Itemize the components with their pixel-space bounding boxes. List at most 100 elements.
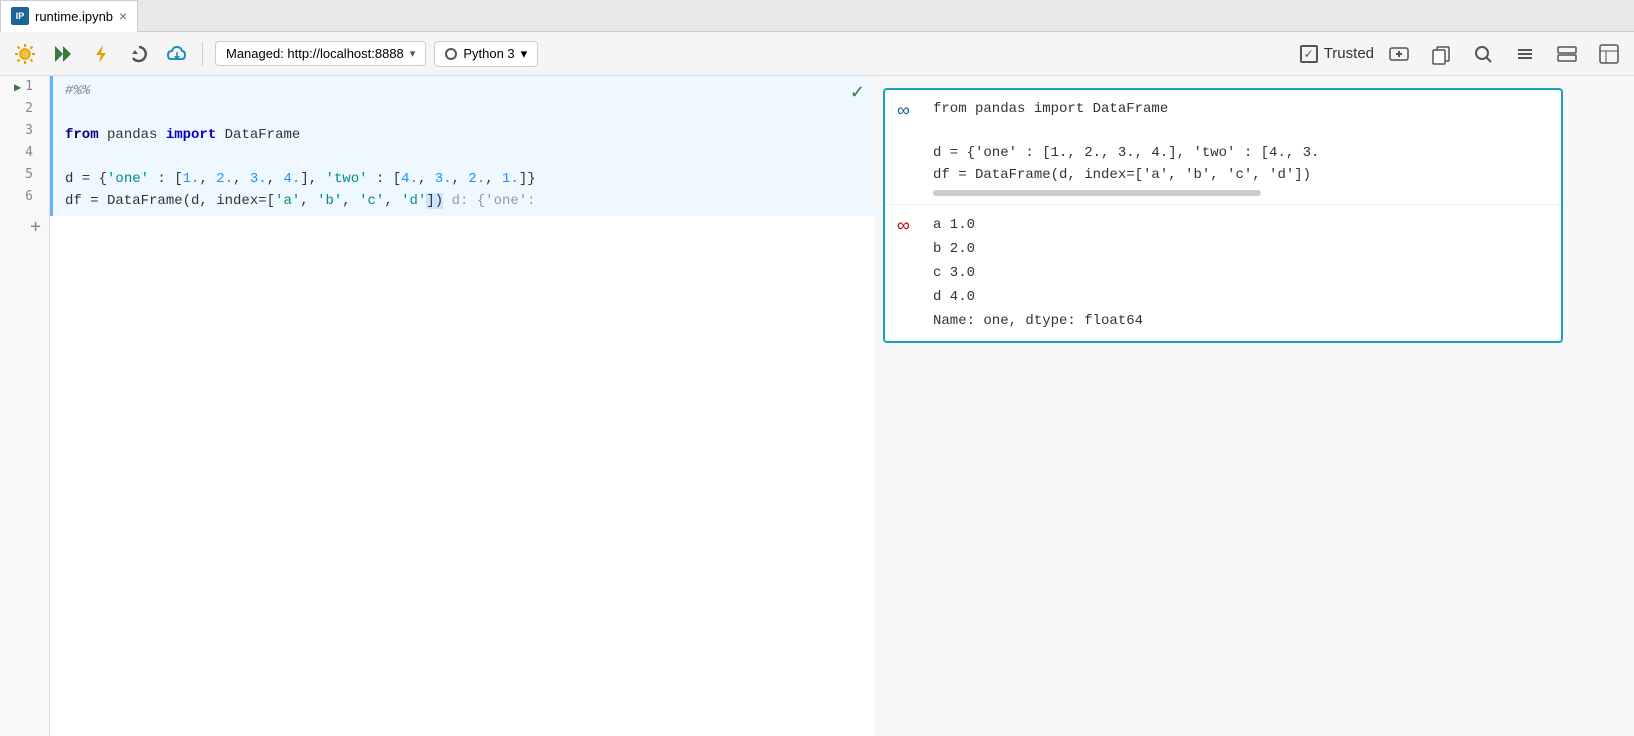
menu-button[interactable] bbox=[1508, 39, 1542, 69]
code-block[interactable]: #%% from pandas import DataFrame d = {'o… bbox=[53, 76, 875, 216]
tab-close-button[interactable]: × bbox=[119, 8, 127, 24]
python-label: Python 3 bbox=[463, 46, 514, 61]
notebook-panel: ▶ 1 2 3 4 5 6 + ✓ #%% bbox=[0, 76, 875, 736]
popup-code-line-2 bbox=[933, 120, 1319, 142]
output-line-name: Name: one, dtype: float64 bbox=[933, 309, 1143, 333]
lightning-icon bbox=[90, 43, 112, 65]
refresh-icon bbox=[128, 43, 150, 65]
key-two: 'two' bbox=[326, 171, 368, 187]
variable-inspector-popup: ∞ from pandas import DataFrame d = {'one… bbox=[883, 88, 1563, 343]
line-4: 4 bbox=[25, 142, 33, 164]
tab-icon: IP bbox=[11, 7, 29, 25]
num-4: 4. bbox=[284, 171, 301, 187]
line-1: 1 bbox=[25, 76, 33, 98]
idx-a: 'a' bbox=[275, 193, 300, 209]
idx-c: 'c' bbox=[359, 193, 384, 209]
code-line-3: from pandas import DataFrame bbox=[65, 124, 863, 146]
close-bracket1: ], bbox=[300, 171, 325, 187]
variable-inspector-icon bbox=[1598, 43, 1620, 65]
trusted-label: Trusted bbox=[1324, 45, 1374, 62]
line-num-6: 6 bbox=[0, 186, 41, 208]
popup-row-2: ∞ a 1.0 b 2.0 c 3.0 d 4.0 Name: one, dty… bbox=[885, 205, 1561, 341]
cell-check-icon: ✓ bbox=[850, 82, 865, 103]
interrupt-button[interactable] bbox=[84, 39, 118, 69]
code-cell[interactable]: ✓ #%% from pandas import DataFrame d bbox=[50, 76, 875, 216]
popup-code-line-3: d = {'one' : [1., 2., 3., 4.], 'two' : [… bbox=[933, 142, 1319, 164]
num-3: 3. bbox=[250, 171, 267, 187]
cloud-button[interactable] bbox=[160, 39, 194, 69]
comma8: , bbox=[342, 193, 359, 209]
trusted-button[interactable]: Trusted bbox=[1300, 45, 1374, 63]
module-name: pandas bbox=[107, 127, 166, 143]
line-num-1: ▶ 1 bbox=[0, 76, 41, 98]
key-one: 'one' bbox=[107, 171, 149, 187]
cell-mode-button[interactable] bbox=[1550, 39, 1584, 69]
num-7: 2. bbox=[468, 171, 485, 187]
code-area: ▶ 1 2 3 4 5 6 + ✓ #%% bbox=[0, 76, 875, 736]
close-dict: ]} bbox=[519, 171, 536, 187]
popup-code-line-1: from pandas import DataFrame bbox=[933, 98, 1319, 120]
right-panel: ∞ from pandas import DataFrame d = {'one… bbox=[875, 76, 1634, 736]
python-dropdown[interactable]: Python 3 ▾ bbox=[434, 41, 538, 67]
notebook-tab[interactable]: IP runtime.ipynb × bbox=[0, 0, 138, 32]
run-cell-button[interactable]: ▶ bbox=[14, 76, 21, 98]
line-num-4: 4 bbox=[0, 142, 41, 164]
comma6: , bbox=[485, 171, 502, 187]
add-cell-icon[interactable]: + bbox=[30, 216, 41, 237]
add-cell-area[interactable]: + bbox=[0, 208, 41, 237]
line-6: 6 bbox=[25, 186, 33, 208]
python-status-icon bbox=[445, 48, 457, 60]
trusted-area: Trusted bbox=[1300, 39, 1626, 69]
line-3: 3 bbox=[25, 120, 33, 142]
popup-code-line-4: df = DataFrame(d, index=['a', 'b', 'c', … bbox=[933, 164, 1319, 186]
copy-button[interactable] bbox=[1424, 39, 1458, 69]
kernel-dropdown[interactable]: Managed: http://localhost:8888 ▾ bbox=[215, 41, 426, 66]
line-2: 2 bbox=[25, 98, 33, 120]
cloud-icon bbox=[166, 43, 188, 65]
find-icon bbox=[1472, 43, 1494, 65]
line-5: 5 bbox=[25, 164, 33, 186]
num-1: 1. bbox=[183, 171, 200, 187]
popup-output-block: a 1.0 b 2.0 c 3.0 d 4.0 Name: one, dtype… bbox=[933, 213, 1143, 333]
comma5: , bbox=[452, 171, 469, 187]
copy-icon bbox=[1430, 43, 1452, 65]
comma2: , bbox=[233, 171, 250, 187]
code-line-5: d = {'one' : [1., 2., 3., 4.], 'two' : [… bbox=[65, 168, 863, 190]
comma3: , bbox=[267, 171, 284, 187]
find-button[interactable] bbox=[1466, 39, 1500, 69]
num-5: 4. bbox=[401, 171, 418, 187]
main-content: ▶ 1 2 3 4 5 6 + ✓ #%% bbox=[0, 76, 1634, 736]
horizontal-scrollbar[interactable] bbox=[933, 190, 1261, 196]
kernel-icon-button[interactable] bbox=[8, 39, 42, 69]
dict-sep2: : [ bbox=[368, 171, 402, 187]
closing-bracket-hl: ]) bbox=[426, 193, 443, 209]
popup-row-1: ∞ from pandas import DataFrame d = {'one… bbox=[885, 90, 1561, 205]
variable-inspector-button[interactable] bbox=[1592, 39, 1626, 69]
sun-icon bbox=[14, 43, 36, 65]
output-line-c: c 3.0 bbox=[933, 261, 1143, 285]
output-line-a: a 1.0 bbox=[933, 213, 1143, 237]
popup-code-block: from pandas import DataFrame d = {'one' … bbox=[933, 98, 1319, 196]
cell-mode-icon bbox=[1556, 43, 1578, 65]
num-6: 3. bbox=[435, 171, 452, 187]
inline-comment: d: {'one': bbox=[443, 193, 535, 209]
num-2: 2. bbox=[216, 171, 233, 187]
cell-container: ✓ #%% from pandas import DataFrame d bbox=[50, 76, 875, 736]
run-all-button[interactable] bbox=[46, 39, 80, 69]
comma7: , bbox=[300, 193, 317, 209]
output-line-b: b 2.0 bbox=[933, 237, 1143, 261]
restart-button[interactable] bbox=[122, 39, 156, 69]
kernel-url-label: Managed: http://localhost:8888 bbox=[226, 46, 404, 61]
comma1: , bbox=[199, 171, 216, 187]
infinity-icon-2: ∞ bbox=[897, 215, 921, 236]
line-num-3: 3 bbox=[0, 120, 41, 142]
keyword-import: import bbox=[166, 127, 216, 143]
tab-bar: IP runtime.ipynb × bbox=[0, 0, 1634, 32]
idx-b: 'b' bbox=[317, 193, 342, 209]
shebang: #%% bbox=[65, 83, 90, 99]
insert-cell-button[interactable] bbox=[1382, 39, 1416, 69]
dict-sep1: : [ bbox=[149, 171, 183, 187]
code-line-4 bbox=[65, 146, 863, 168]
run-all-icon bbox=[52, 43, 74, 65]
menu-icon bbox=[1514, 43, 1536, 65]
